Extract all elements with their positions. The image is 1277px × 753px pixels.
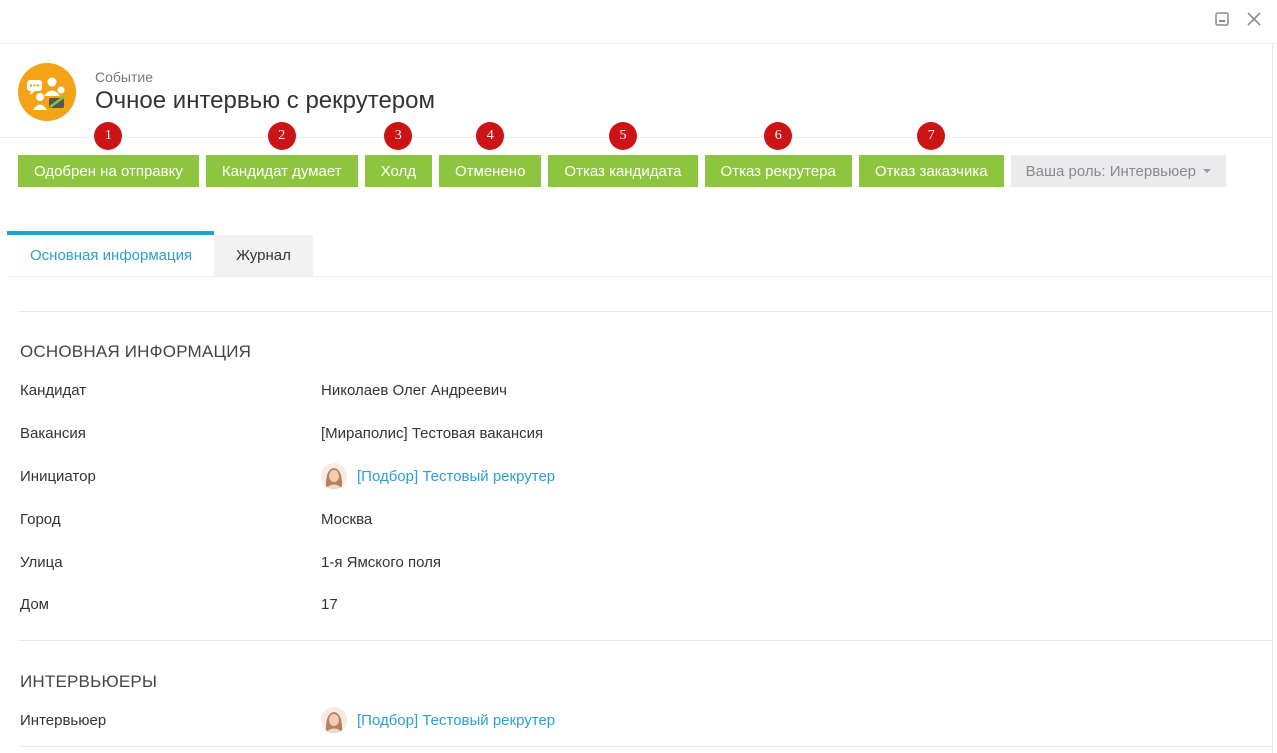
- field-row-house: Дом 17: [20, 593, 338, 615]
- tabs-divider: [7, 276, 1273, 277]
- main-info-section-title: ОСНОВНАЯ ИНФОРМАЦИЯ: [20, 342, 252, 361]
- field-label: Улица: [20, 553, 63, 571]
- button-label: Кандидат думает: [221, 162, 342, 180]
- interviewer-link[interactable]: [Подбор] Тестовый рекрутер: [357, 712, 555, 729]
- field-row-interviewer: Интервьюер [Подбор] Тестовый рекрутер: [20, 707, 555, 733]
- right-border: [1272, 43, 1273, 753]
- field-label: Инициатор: [20, 467, 96, 485]
- recruiter-refusal-button[interactable]: 6 Отказ рекрутера: [704, 122, 852, 187]
- interview-event-icon: [18, 63, 76, 121]
- field-row-street: Улица 1-я Ямского поля: [20, 551, 441, 573]
- field-row-candidate: Кандидат Николаев Олег Андреевич: [20, 379, 507, 401]
- role-label: Ваша роль: Интервьюер: [1025, 162, 1196, 180]
- button-label: Отказ кандидата: [564, 162, 682, 180]
- hold-button[interactable]: 3 Холд: [364, 122, 432, 187]
- candidate-refusal-button[interactable]: 5 Отказ кандидата: [548, 122, 698, 187]
- section-divider: [19, 311, 1273, 312]
- vacancy-link[interactable]: [Мираполис] Тестовая вакансия: [321, 425, 543, 442]
- avatar: [321, 707, 347, 733]
- candidate-link[interactable]: Николаев Олег Андреевич: [321, 382, 507, 399]
- candidate-thinking-button[interactable]: 2 Кандидат думает: [205, 122, 358, 187]
- tab-bar: Основная информация Журнал: [7, 231, 313, 276]
- header-titles: Событие Очное интервью с рекрутером: [95, 68, 435, 116]
- close-icon[interactable]: [1245, 10, 1263, 28]
- window-controls: [1213, 10, 1263, 28]
- initiator-link[interactable]: [Подбор] Тестовый рекрутер: [357, 468, 555, 485]
- interviewers-section-title: ИНТЕРВЬЮЕРЫ: [20, 672, 158, 691]
- field-label: Кандидат: [20, 381, 87, 399]
- street-value: 1-я Ямского поля: [321, 553, 442, 571]
- approved-for-sending-button[interactable]: 1 Одобрен на отправку: [18, 122, 199, 187]
- button-label: Одобрен на отправку: [34, 162, 183, 180]
- step-badge: 4: [476, 122, 505, 150]
- customer-refusal-button[interactable]: 7 Отказ заказчика: [858, 122, 1004, 187]
- initiator-value: [Подбор] Тестовый рекрутер: [321, 463, 555, 489]
- role-dropdown[interactable]: Ваша роль: Интервьюер: [1010, 155, 1226, 187]
- tab-main-info[interactable]: Основная информация: [7, 231, 215, 276]
- field-label: Дом: [20, 595, 49, 613]
- top-divider: [0, 43, 1277, 44]
- button-label: Отменено: [454, 162, 526, 180]
- tab-journal[interactable]: Журнал: [214, 235, 313, 276]
- step-badge: 3: [384, 122, 413, 150]
- event-type-label: Событие: [95, 69, 153, 85]
- field-row-city: Город Москва: [20, 508, 372, 530]
- button-label: Отказ рекрутера: [720, 162, 836, 180]
- city-value: Москва: [321, 510, 373, 528]
- section-divider: [19, 746, 1273, 747]
- section-divider: [19, 640, 1273, 641]
- button-label: Отказ заказчика: [874, 162, 988, 180]
- field-label: Вакансия: [20, 424, 86, 442]
- step-badge: 2: [267, 122, 296, 150]
- page-title: Очное интервью с рекрутером: [95, 87, 435, 114]
- interviewer-value: [Подбор] Тестовый рекрутер: [321, 707, 555, 733]
- step-badge: 5: [608, 122, 637, 150]
- field-label: Интервьюер: [20, 711, 107, 729]
- step-badge: 1: [94, 122, 123, 150]
- house-value: 17: [321, 595, 338, 613]
- step-badge: 6: [764, 122, 793, 150]
- step-badge: 7: [917, 122, 946, 150]
- event-header: Событие Очное интервью с рекрутером: [18, 63, 435, 121]
- status-actions: 1 Одобрен на отправку 2 Кандидат думает …: [18, 122, 1226, 187]
- minimize-icon[interactable]: [1213, 10, 1231, 28]
- button-label: Холд: [380, 162, 416, 180]
- cancelled-button[interactable]: 4 Отменено: [438, 122, 542, 187]
- field-row-initiator: Инициатор [Подбор] Тестовый рекрутер: [20, 463, 555, 489]
- field-row-vacancy: Вакансия [Мираполис] Тестовая вакансия: [20, 422, 543, 444]
- caret-down-icon: [1202, 169, 1211, 173]
- field-label: Город: [20, 510, 61, 528]
- avatar: [321, 463, 347, 489]
